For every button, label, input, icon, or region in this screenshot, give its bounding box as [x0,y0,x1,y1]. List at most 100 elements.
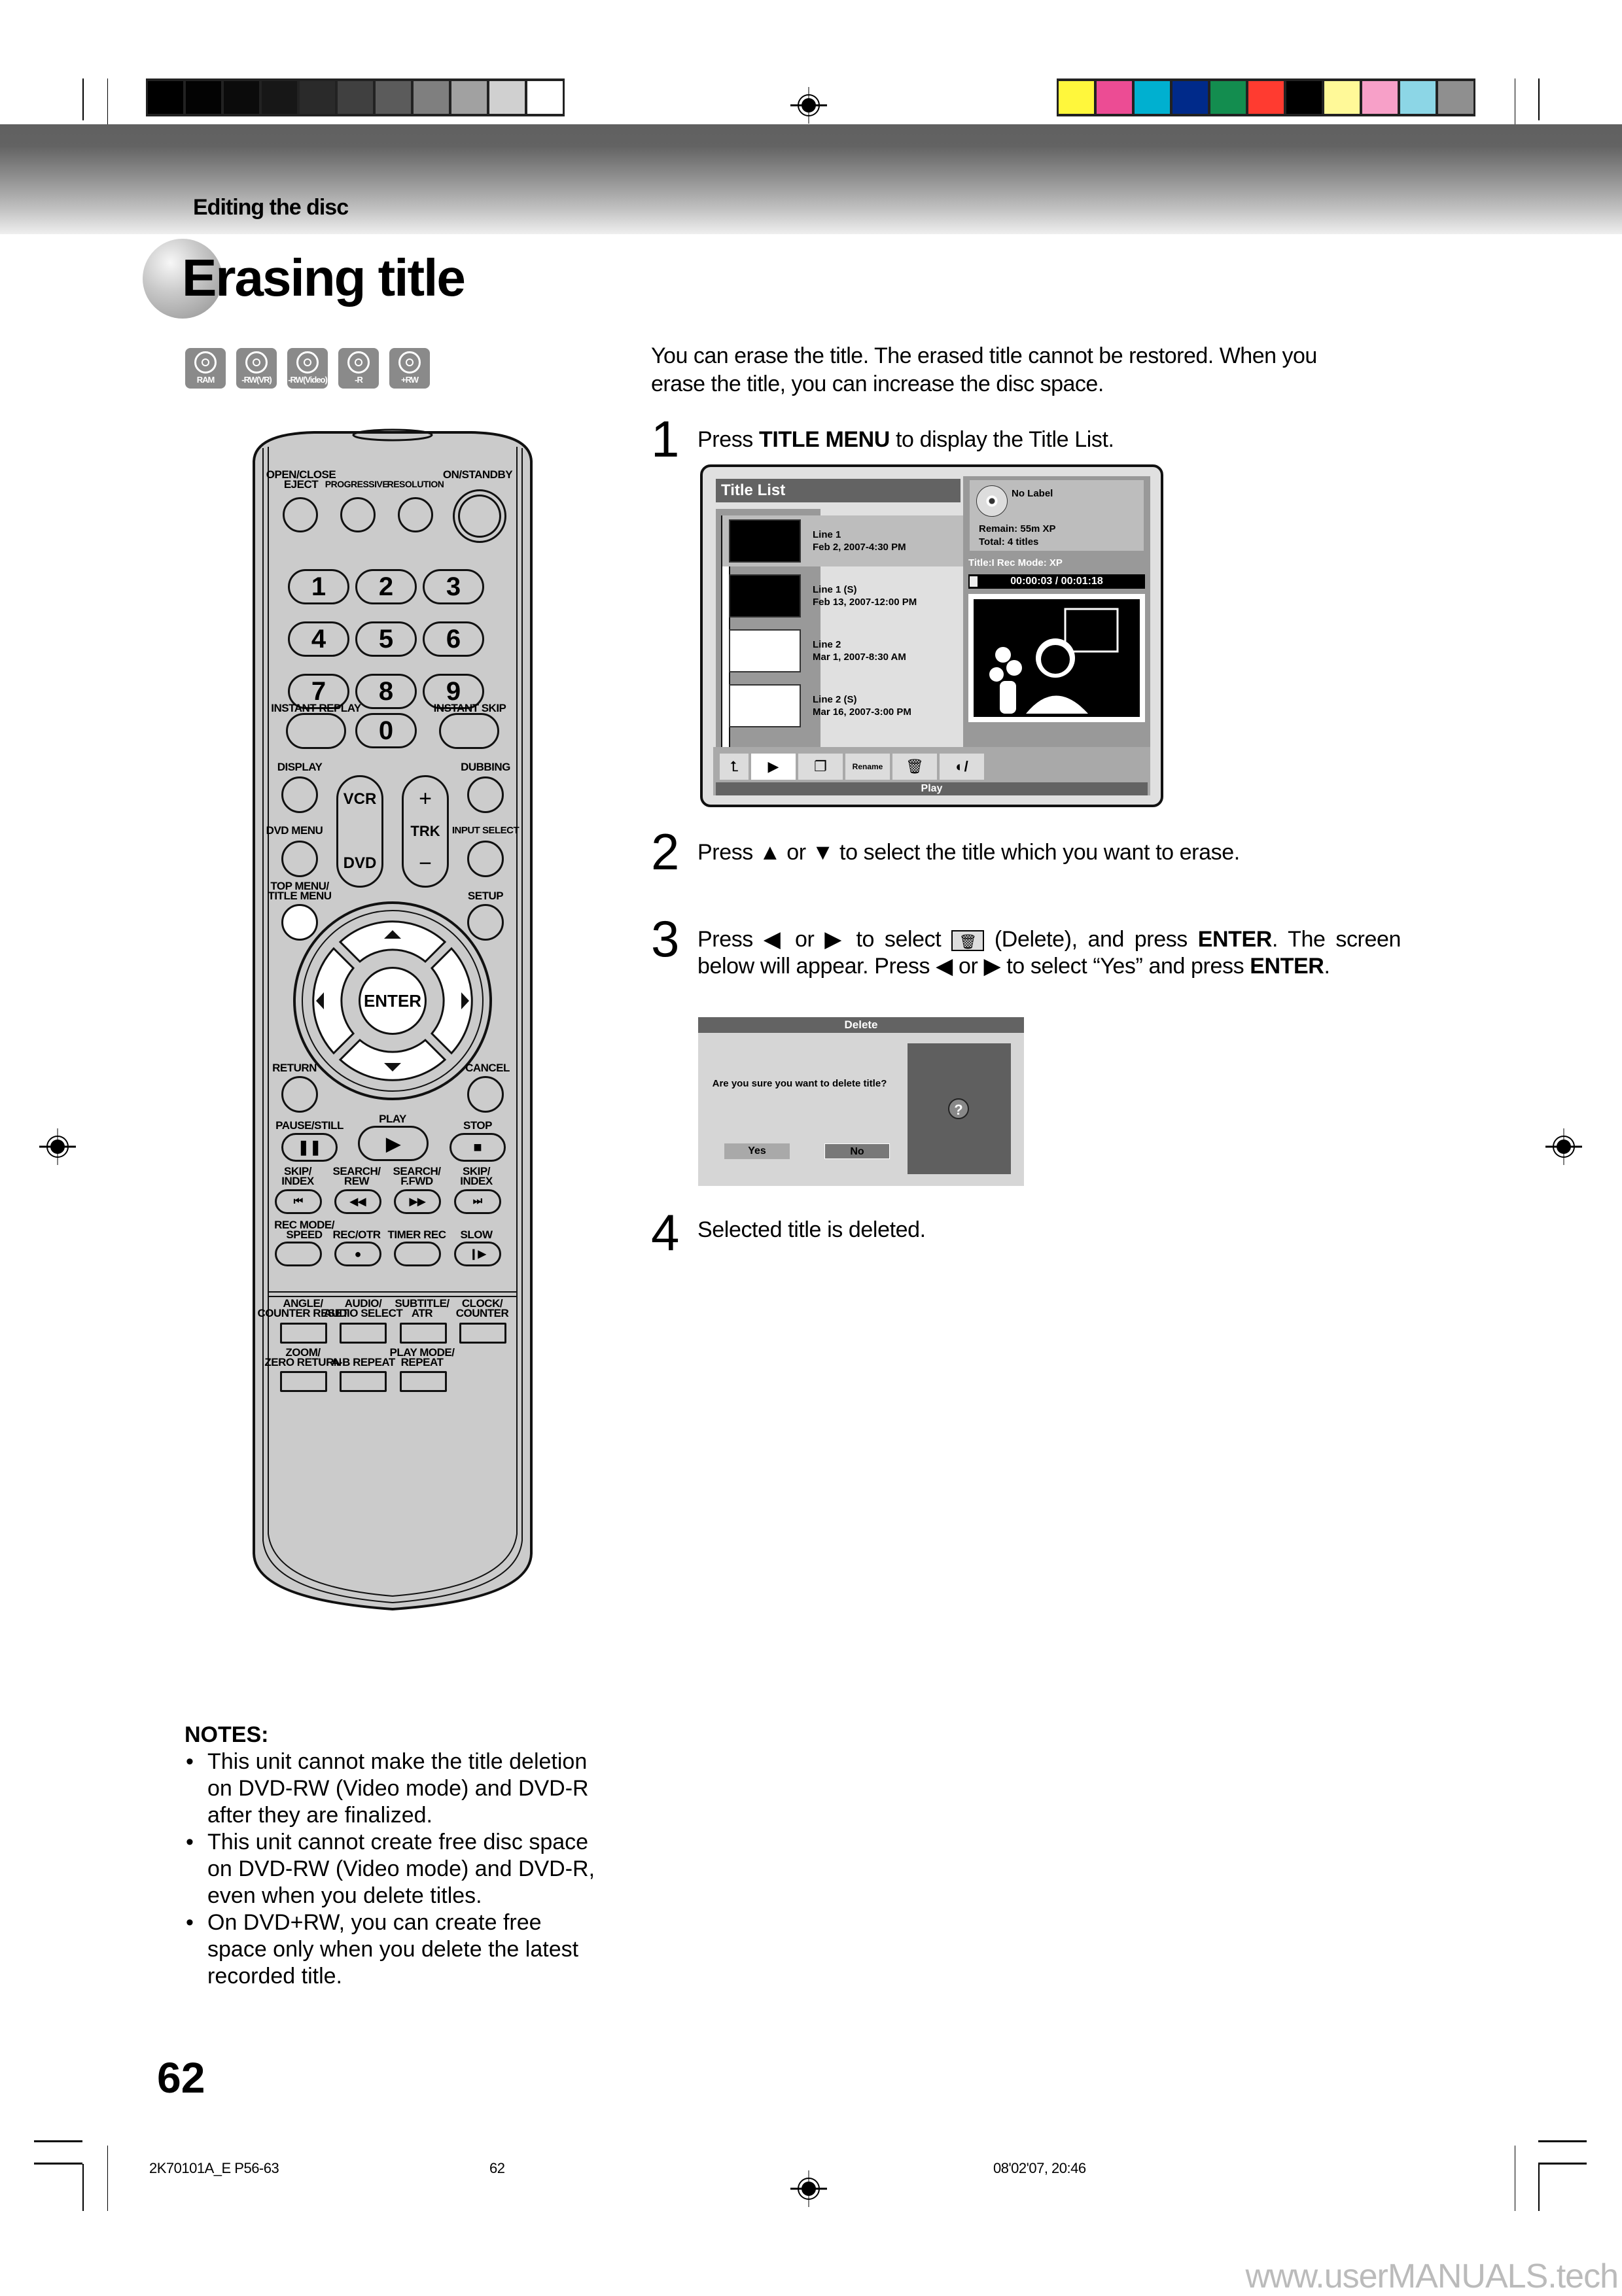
digit-5-button[interactable]: 5 [355,621,417,657]
crop-mark [82,2164,84,2211]
label-return: RETURN [272,1062,317,1074]
title-thumbnail [729,684,801,727]
label-stop: STOP [463,1119,492,1132]
rec-mode-button[interactable] [275,1242,322,1266]
step-number: 2 [651,823,680,880]
digit-3-button[interactable]: 3 [423,569,484,604]
dubbing-button[interactable] [467,776,504,813]
delete-tool-button[interactable]: 🗑 [892,754,937,780]
label-display: DISPLAY [277,761,323,773]
disc-icon [296,351,319,374]
label-input-select: INPUT SELECT [451,825,520,836]
title-date: Mar 1, 2007-8:30 AM [813,652,906,663]
calibration-swatch [300,81,335,114]
digit-0-button[interactable]: 0 [355,713,417,748]
label-cancel: CANCEL [465,1062,510,1074]
disc-edit-icon: ◐/ [955,758,968,774]
calibration-swatch [527,81,563,114]
pause-button[interactable]: ❚❚ [281,1133,338,1162]
digit-1-button[interactable]: 1 [288,569,349,604]
play-icon: ▶ [767,758,779,774]
instant-replay-button[interactable] [286,713,346,749]
ab-repeat-button[interactable] [340,1371,387,1392]
play-tool-button[interactable]: ▶ [751,754,796,780]
no-button[interactable]: No [824,1143,890,1159]
fast-forward-button[interactable]: ▶▶ [394,1189,441,1214]
digit-6-button[interactable]: 6 [423,621,484,657]
notes-heading: NOTES: [185,1722,269,1747]
open-close-button[interactable] [283,497,318,532]
trk-minus-button[interactable]: − [419,851,432,877]
rewind-button[interactable]: ◀◀ [334,1189,381,1214]
trk-plus-button[interactable]: + [419,786,432,812]
digit-8-button[interactable]: 8 [355,674,417,709]
dvd-menu-button[interactable] [281,841,318,877]
return-tool-button[interactable]: ⮤ [720,754,749,780]
title-row[interactable]: Line 1 Feb 2, 2007-4:30 PM [722,515,971,566]
cancel-button[interactable] [467,1076,504,1113]
on-standby-button[interactable] [453,489,506,543]
vcr-button[interactable]: VCR [344,790,377,809]
slow-button[interactable]: ❙▶ [454,1242,501,1266]
label-play: PLAY [379,1113,406,1125]
total-titles: Total: 4 titles [979,536,1039,548]
calibration-swatch [1286,81,1322,114]
remain-time: Remain: 55m XP [979,523,1056,534]
play-mode-button[interactable] [400,1371,447,1392]
step-2-text: Press ▲ or ▼ to select the title which y… [697,840,1240,865]
setup-button[interactable] [467,904,504,941]
delete-icon: 🗑 [951,930,985,952]
note-item: On DVD+RW, you can create free space onl… [186,1909,603,1990]
label-slow: SLOW [460,1228,493,1241]
digit-2-button[interactable]: 2 [355,569,417,604]
copy-tool-button[interactable]: ❐ [798,754,843,780]
yes-button[interactable]: Yes [724,1143,790,1159]
dvd-button[interactable]: DVD [344,854,377,873]
calibration-swatch [1135,81,1170,114]
skip-back-button[interactable]: ⏮ [275,1189,322,1214]
page-title: Erasing title [182,249,466,307]
title-row[interactable]: Line 1 (S) Feb 13, 2007-12:00 PM [722,570,971,621]
calibration-swatch [186,81,221,114]
copy-icon: ❐ [814,758,827,774]
display-button[interactable] [281,776,318,813]
trk-rocker[interactable]: + TRK − [402,775,449,888]
play-button[interactable]: ▶ [358,1126,429,1161]
title-menu-button[interactable] [281,904,318,941]
disc-type-label: +RW [400,375,419,385]
resolution-button[interactable] [398,497,433,532]
audio-button[interactable] [340,1323,387,1344]
instant-skip-button[interactable] [439,713,499,749]
rec-otr-button[interactable]: ● [334,1242,381,1266]
crop-mark [1538,78,1540,120]
rename-tool-button[interactable]: Rename [845,754,890,780]
zoom-button[interactable] [280,1371,327,1392]
enter-button[interactable]: ENTER [359,967,427,1035]
timer-rec-button[interactable] [394,1242,441,1266]
input-select-button[interactable] [467,841,504,877]
calibration-swatch [148,81,183,114]
disc-type-badge: -R [338,348,379,389]
progressive-button[interactable] [340,497,376,532]
title-row[interactable]: Line 2 Mar 1, 2007-8:30 AM [722,625,971,676]
angle-button[interactable] [280,1323,327,1344]
disc-edit-tool-button[interactable]: ◐/ [940,754,984,780]
note-item: This unit cannot create free disc space … [186,1829,603,1909]
subtitle-button[interactable] [400,1323,447,1344]
dialog-icon-panel: ? [908,1043,1011,1174]
stop-button[interactable]: ■ [450,1133,506,1162]
watermark: www.userMANUALS.tech [1245,2257,1619,2295]
return-button[interactable] [281,1076,318,1113]
calibration-swatch [1059,81,1094,114]
skip-forward-button[interactable]: ⏭ [454,1189,501,1214]
notes: NOTES: This unit cannot make the title d… [185,1722,603,1990]
calibration-swatch [1324,81,1360,114]
title-row[interactable]: Line 2 (S) Mar 16, 2007-3:00 PM [722,680,971,731]
vcr-dvd-selector[interactable]: VCR DVD [336,775,383,888]
clock-counter-button[interactable] [459,1323,506,1344]
play-icon: ▶ [386,1133,400,1154]
disc-type-label: -R [355,375,363,385]
digit-4-button[interactable]: 4 [288,621,349,657]
status-bar: Play [716,782,1148,795]
label-subtitle: SUBTITLE/ATR [395,1297,450,1319]
